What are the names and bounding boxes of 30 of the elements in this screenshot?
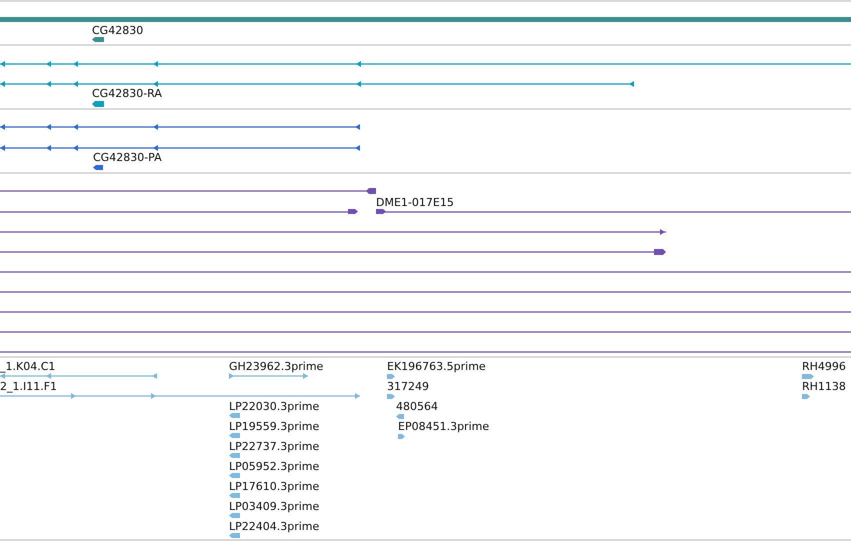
feature-label[interactable]: CG42830 [92, 24, 144, 37]
feature-block[interactable] [376, 209, 386, 214]
feature-line[interactable] [0, 373, 157, 379]
feature-label[interactable]: RH4996 [802, 360, 846, 373]
feature-block [366, 188, 376, 194]
feature-label[interactable]: LP19559.3prime [229, 420, 320, 433]
feature-label[interactable]: RH1138 [802, 380, 846, 393]
feature-block[interactable] [92, 101, 104, 107]
feature-label[interactable]: LP05952.3prime [229, 460, 320, 473]
feature-label[interactable]: LP17610.3prime [229, 480, 320, 493]
feature-label[interactable]: CG42830-RA [92, 87, 162, 100]
feature-block[interactable] [92, 37, 104, 42]
feature-label[interactable]: LP22737.3prime [229, 440, 320, 453]
feature-label[interactable]: _1.K04.C1 [0, 360, 56, 373]
feature-label[interactable]: 317249 [387, 380, 429, 393]
feature-label[interactable]: LP22404.3prime [229, 520, 320, 533]
feature-block[interactable] [93, 165, 103, 170]
feature-label[interactable]: EK196763.5prime [387, 360, 486, 373]
feature-label[interactable]: 480564 [396, 400, 438, 413]
feature-label[interactable]: EP08451.3prime [398, 420, 490, 433]
feature-line[interactable] [229, 373, 308, 379]
feature-block [348, 209, 358, 214]
feature-label[interactable]: DME1-017E15 [376, 196, 454, 209]
feature-label[interactable]: GH23962.3prime [229, 360, 324, 373]
feature-label[interactable]: CG42830-PA [93, 151, 162, 164]
feature-block [654, 249, 666, 255]
feature-label[interactable]: LP03409.3prime [229, 500, 320, 513]
feature-label[interactable]: LP22030.3prime [229, 400, 320, 413]
feature-line[interactable] [0, 393, 360, 399]
feature-label[interactable]: 2_1.I11.F1 [0, 380, 58, 393]
